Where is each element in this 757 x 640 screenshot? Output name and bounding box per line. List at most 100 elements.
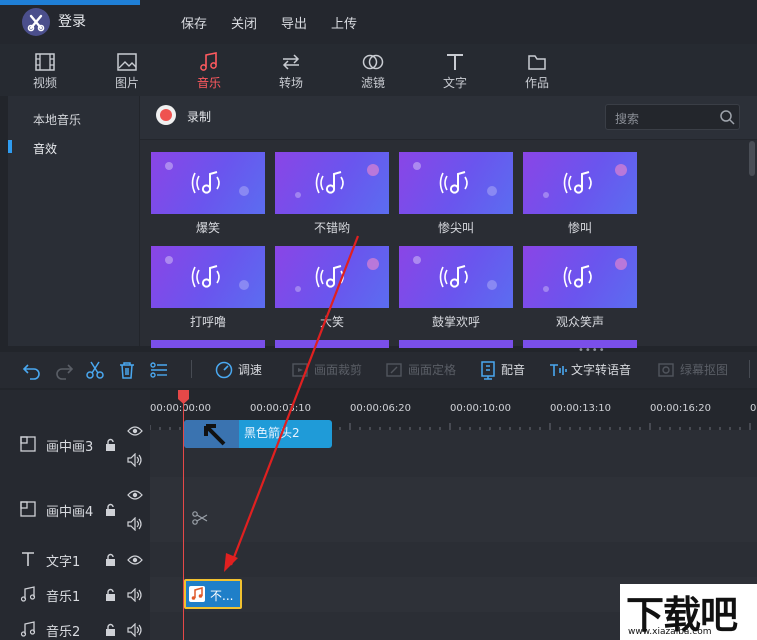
undo-icon[interactable] bbox=[22, 360, 42, 380]
crop-button[interactable]: 画面裁剪 bbox=[314, 361, 362, 378]
crop-icon[interactable] bbox=[290, 360, 310, 380]
active-category-marker bbox=[8, 140, 12, 153]
search-icon[interactable] bbox=[719, 109, 735, 125]
lock-icon[interactable] bbox=[105, 553, 116, 566]
tab-filter[interactable]: 滤镜 bbox=[345, 48, 401, 92]
speaker-icon[interactable] bbox=[127, 453, 143, 467]
eye-icon[interactable] bbox=[127, 489, 143, 501]
track-lane-pip4[interactable] bbox=[150, 477, 757, 542]
sound-effect-card[interactable] bbox=[523, 246, 637, 308]
music-clip-label: 不... bbox=[210, 589, 234, 603]
sound-wave-note-icon bbox=[191, 265, 220, 288]
track-name-pip3: 画中画3 bbox=[46, 440, 94, 455]
tab-works[interactable]: 作品 bbox=[509, 48, 565, 92]
toolbar-separator bbox=[749, 360, 750, 378]
track-name-music2: 音乐2 bbox=[46, 625, 81, 640]
sidebar-item-local-music[interactable]: 本地音乐 bbox=[33, 111, 81, 128]
tab-video-label: 视频 bbox=[32, 76, 57, 90]
sound-effect-card-partial[interactable] bbox=[399, 340, 513, 348]
pip-track-icon bbox=[20, 501, 36, 517]
sound-wave-note-icon bbox=[439, 265, 468, 288]
freeze-frame-button[interactable]: 画面定格 bbox=[408, 361, 456, 378]
sound-effect-label: 大笑 bbox=[319, 315, 344, 329]
playhead-handle[interactable] bbox=[178, 390, 189, 404]
save-menu[interactable]: 保存 bbox=[181, 13, 207, 32]
sound-effect-card[interactable] bbox=[275, 152, 389, 214]
speaker-icon[interactable] bbox=[127, 588, 143, 602]
tab-music[interactable]: 音乐 bbox=[181, 48, 237, 92]
dubbing-icon[interactable] bbox=[478, 360, 498, 380]
green-screen-icon[interactable] bbox=[656, 360, 676, 380]
pip-track-icon bbox=[20, 436, 36, 452]
sound-wave-note-icon bbox=[563, 171, 592, 194]
pip-clip-label: 黑色箭头2 bbox=[244, 426, 300, 440]
lock-icon[interactable] bbox=[105, 438, 116, 451]
dubbing-button[interactable]: 配音 bbox=[501, 361, 525, 378]
ruler-tick-label: 00:00:03:10 bbox=[250, 403, 312, 414]
lock-icon[interactable] bbox=[105, 623, 116, 636]
freeze-frame-icon[interactable] bbox=[384, 360, 404, 380]
playhead-line bbox=[183, 396, 184, 640]
library-scrollbar[interactable] bbox=[749, 141, 755, 176]
sound-effect-label: 观众笑声 bbox=[555, 315, 604, 329]
sound-effect-label: 惨尖叫 bbox=[437, 221, 474, 235]
music-track-icon bbox=[20, 621, 36, 637]
ruler-tick-label: 00:00:16:20 bbox=[650, 403, 712, 414]
lock-icon[interactable] bbox=[105, 588, 116, 601]
sound-effect-card-partial[interactable] bbox=[151, 340, 265, 348]
login-button[interactable]: 登录 bbox=[58, 11, 86, 31]
settings-list-icon[interactable] bbox=[149, 360, 169, 380]
text-to-speech-icon[interactable] bbox=[548, 360, 568, 380]
track-name-pip4: 画中画4 bbox=[46, 505, 94, 520]
sound-effect-card[interactable] bbox=[399, 152, 513, 214]
tab-image-label: 图片 bbox=[114, 76, 139, 90]
text-to-speech-button[interactable]: 文字转语音 bbox=[571, 361, 631, 378]
redo-icon[interactable] bbox=[54, 360, 74, 380]
tab-transition[interactable]: 转场 bbox=[263, 48, 319, 92]
tab-music-label: 音乐 bbox=[196, 76, 221, 90]
search-placeholder: 搜索 bbox=[615, 112, 640, 126]
sound-effect-label: 不错哟 bbox=[313, 221, 350, 235]
music-track-icon bbox=[20, 586, 36, 602]
sound-effect-card[interactable] bbox=[275, 246, 389, 308]
trash-icon[interactable] bbox=[117, 360, 137, 380]
tab-filter-label: 滤镜 bbox=[360, 76, 385, 90]
export-menu[interactable]: 导出 bbox=[281, 13, 307, 32]
pip-clip-thumbnail bbox=[184, 420, 239, 448]
text-track-icon bbox=[22, 552, 34, 566]
scissors-icon[interactable] bbox=[85, 360, 105, 380]
sound-effect-card[interactable] bbox=[151, 152, 265, 214]
music-note-icon bbox=[200, 52, 217, 71]
sound-effect-label: 惨叫 bbox=[567, 221, 592, 235]
lock-icon[interactable] bbox=[105, 503, 116, 516]
track-lane-text1[interactable] bbox=[150, 542, 757, 577]
ruler-tick-label: 00:00:10:00 bbox=[450, 403, 512, 414]
edit-toolbar bbox=[0, 352, 757, 388]
music-clip-icon bbox=[189, 586, 205, 602]
library-sidebar bbox=[8, 96, 139, 346]
sidebar-item-sound-effects[interactable]: 音效 bbox=[33, 140, 57, 157]
track-name-music1: 音乐1 bbox=[46, 590, 81, 605]
record-icon[interactable] bbox=[156, 105, 176, 125]
eye-icon[interactable] bbox=[127, 554, 143, 566]
speed-gauge-icon[interactable] bbox=[214, 360, 234, 380]
close-menu[interactable]: 关闭 bbox=[231, 13, 257, 32]
sound-effect-card[interactable] bbox=[523, 152, 637, 214]
tab-video[interactable]: 视频 bbox=[17, 48, 73, 92]
upload-menu[interactable]: 上传 bbox=[331, 13, 357, 32]
eye-icon[interactable] bbox=[127, 425, 143, 437]
record-button[interactable]: 录制 bbox=[187, 108, 211, 125]
app-logo bbox=[22, 8, 50, 36]
sound-effect-card[interactable] bbox=[399, 246, 513, 308]
green-screen-button[interactable]: 绿幕抠图 bbox=[680, 361, 728, 378]
sound-effect-card-partial[interactable] bbox=[275, 340, 389, 348]
text-T-icon bbox=[447, 54, 463, 70]
tab-text[interactable]: 文字 bbox=[427, 48, 483, 92]
sound-effect-card[interactable] bbox=[151, 246, 265, 308]
speaker-icon[interactable] bbox=[127, 517, 143, 531]
tab-image[interactable]: 图片 bbox=[99, 48, 155, 92]
speaker-icon[interactable] bbox=[127, 623, 143, 637]
sound-wave-note-icon bbox=[439, 171, 468, 194]
scissors-icon[interactable] bbox=[192, 510, 208, 526]
speed-button[interactable]: 调速 bbox=[238, 361, 262, 378]
